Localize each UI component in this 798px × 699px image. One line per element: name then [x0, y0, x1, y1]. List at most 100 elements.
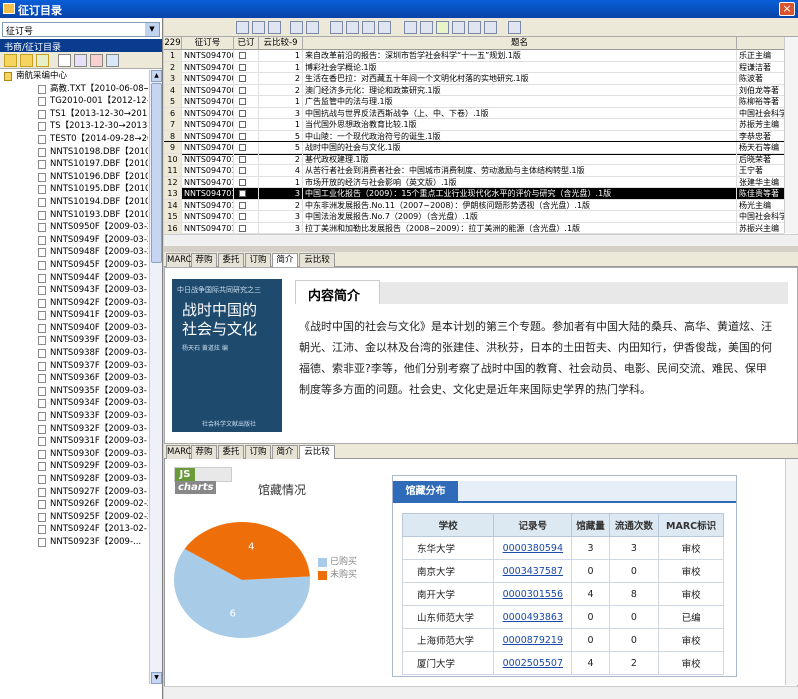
tab-order[interactable]: 订购	[245, 445, 271, 459]
checkbox-icon[interactable]	[404, 21, 417, 34]
tree-item[interactable]: NNTS0927F【2009-03-11→	[2, 486, 148, 499]
open-folder-icon[interactable]	[20, 54, 33, 67]
tree-item[interactable]: NNTS10198.DBF【2010-11-	[2, 146, 148, 159]
tree-item[interactable]: NNTS0936F【2009-03-11→	[2, 372, 148, 385]
paste-icon[interactable]	[306, 21, 319, 34]
print-icon[interactable]	[106, 54, 119, 67]
ordered-checkbox[interactable]	[239, 86, 246, 94]
close-button[interactable]: ×	[779, 2, 795, 16]
ordered-checkbox[interactable]	[239, 201, 246, 209]
cut-icon[interactable]	[290, 21, 303, 34]
table-row[interactable]: 10NNTS09470102基代政权建理.1版后晓荣著	[164, 153, 798, 165]
ordered-checkbox[interactable]	[239, 190, 246, 197]
tree-item[interactable]: NNTS0928F【2009-03-11→	[2, 473, 148, 486]
record-link[interactable]: 0000879219	[503, 635, 563, 646]
table-row[interactable]: 6NNTS09470063中国抗战与世界反法西斯战争（上、中、下卷）.1版中国社…	[164, 107, 798, 119]
tree-item[interactable]: NNTS10194.DBF【2010-11-	[2, 196, 148, 209]
tab-marc[interactable]: MARC	[166, 253, 192, 267]
cloud-vertical-scrollbar[interactable]	[785, 459, 798, 685]
ordered-checkbox[interactable]	[239, 63, 246, 71]
ordered-checkbox[interactable]	[239, 98, 246, 105]
table-row[interactable]: 8NNTS09470085中山陵：一个现代政治符号的诞生.1版李恭忠著	[164, 130, 798, 142]
tab-entrust[interactable]: 委托	[218, 253, 244, 267]
tree-item[interactable]: NNTS0944F【2009-03-19→	[2, 272, 148, 285]
star-icon[interactable]	[436, 21, 449, 34]
ordered-checkbox[interactable]	[239, 178, 246, 186]
tab-recommend[interactable]: 荐购	[191, 253, 217, 267]
folder-icon[interactable]	[4, 54, 17, 67]
grid-horizontal-scrollbar[interactable]	[164, 234, 798, 246]
tree-item[interactable]: NNTS0950F【2009-03-24→	[2, 221, 148, 234]
tab-recommend[interactable]: 荐购	[191, 445, 217, 459]
ordered-checkbox[interactable]	[239, 132, 246, 140]
tree-item[interactable]: NNTS0949F【2009-03-24→	[2, 234, 148, 247]
tree-item[interactable]: NNTS0948F【2009-03-24→	[2, 246, 148, 259]
tree-item[interactable]: NNTS0935F【2009-03-11→	[2, 385, 148, 398]
tree-item[interactable]: NNTS0945F【2009-03-19→	[2, 259, 148, 272]
tree-item[interactable]: TEST0【2014-09-28→2014-	[2, 133, 148, 146]
tree-item[interactable]: NNTS10193.DBF【2010-11-	[2, 209, 148, 222]
table-row[interactable]: 2NNTS09470021博彩社会学概论.1版程谦洁著	[164, 61, 798, 73]
record-link[interactable]: 0000301556	[503, 589, 563, 600]
tree-item[interactable]: NNTS0924F【2013-02-14→	[2, 523, 148, 536]
ordered-checkbox[interactable]	[239, 109, 246, 117]
sort-icon[interactable]	[346, 21, 359, 34]
record-link[interactable]: 0000380594	[503, 543, 563, 554]
col-ordered[interactable]: 已订	[234, 37, 259, 50]
new-file-icon[interactable]	[36, 54, 49, 67]
tree-item[interactable]: NNTS0931F【2009-03-11→	[2, 435, 148, 448]
record-link[interactable]: 0003437587	[503, 566, 563, 577]
tools-icon[interactable]	[420, 21, 433, 34]
scroll-thumb[interactable]	[151, 83, 162, 263]
tree-item[interactable]: NNTS0930F【2009-03-11→	[2, 448, 148, 461]
tree-item[interactable]: NNTS0923F【2009-...	[2, 536, 148, 549]
tree-item[interactable]: NNTS0940F【2009-03-19→	[2, 322, 148, 335]
tab-cloud[interactable]: 云比较	[299, 445, 335, 459]
scroll-up-icon[interactable]: ▲	[151, 70, 162, 82]
holdings-tab[interactable]: 馆藏分布	[393, 481, 458, 503]
table-row[interactable]: 5NNTS09470051广告监管中的法与理.1版陈柳裕等著	[164, 96, 798, 108]
ordered-checkbox[interactable]	[239, 167, 246, 174]
ordered-checkbox[interactable]	[239, 213, 246, 220]
document-icon[interactable]	[58, 54, 71, 67]
table-row[interactable]: 1NNTS09470011来自改革前沿的报告：深圳市哲学社会科学“十一五”规划.…	[164, 50, 798, 62]
table-row[interactable]: 9NNTS09470095战时中国的社会与文化.1版杨天石等编	[164, 141, 798, 155]
tree-item[interactable]: NNTS10196.DBF【2010-11-	[2, 171, 148, 184]
print-icon[interactable]	[508, 21, 521, 34]
refresh-icon[interactable]	[452, 21, 465, 34]
report-icon[interactable]	[484, 21, 497, 34]
ordered-checkbox[interactable]	[239, 121, 246, 128]
tab-entrust[interactable]: 委托	[218, 445, 244, 459]
tree-item[interactable]: NNTS0934F【2009-03-11→	[2, 397, 148, 410]
ordered-checkbox[interactable]	[239, 75, 246, 82]
chevron-down-icon[interactable]: ▼	[145, 23, 159, 36]
list-icon[interactable]	[330, 21, 343, 34]
table-row[interactable]: 4NNTS09470042澳门经济多元化：理论和政策研究.1版刘伯龙等著	[164, 84, 798, 96]
cloud-horizontal-scrollbar[interactable]	[164, 686, 798, 699]
record-link[interactable]: 0002505507	[503, 658, 563, 669]
export-icon[interactable]	[378, 21, 391, 34]
table-row[interactable]: 3NNTS0947003 2生活在香巴拉：对西藏五十年间一个文明化村落的实地研究.…	[164, 73, 798, 85]
table-row[interactable]: 14NNTS0947014 2中东非洲发展报告.No.11（2007~2008）：…	[164, 199, 798, 211]
ordered-checkbox[interactable]	[239, 155, 246, 163]
table-row[interactable]: 13NNTS0947013 3中国工业化报告（2009）：15个重点工业行业现代化…	[164, 188, 798, 200]
tree-item[interactable]: NNTS0939F【2009-03-11→	[2, 334, 148, 347]
tree-item[interactable]: NNTS0926F【2009-02-25→	[2, 498, 148, 511]
tree-item[interactable]: 高教.TXT【2010-06-08→20	[2, 83, 148, 96]
scroll-down-icon[interactable]: ▼	[151, 672, 162, 684]
tree-item[interactable]: NNTS0941F【2009-03-19→	[2, 309, 148, 322]
tab-marc[interactable]: MARC	[166, 445, 192, 459]
tree-item[interactable]: NNTS0933F【2009-03-11→	[2, 410, 148, 423]
table-row[interactable]: 16NNTS0947016 3拉丁美洲和加勒比发展报告（2008~2009）：拉丁…	[164, 222, 798, 234]
ordered-checkbox[interactable]	[239, 144, 246, 151]
tree-item[interactable]: NNTS10195.DBF【2010-11-	[2, 183, 148, 196]
col-cloud-compare[interactable]: 云比较-9	[259, 37, 303, 50]
delete-icon[interactable]	[90, 54, 103, 67]
tree-item[interactable]: NNTS0932F【2009-03-11→	[2, 423, 148, 436]
table-row[interactable]: 15NNTS0947015 3中国法治发展报告.No.7（2009）（含光盘）.1…	[164, 211, 798, 223]
table-row[interactable]: 7NNTS09470071当代国外思想政治教育比较.1版苏振芳主编	[164, 119, 798, 131]
tab-cloud[interactable]: 云比较	[299, 253, 335, 267]
tree-item[interactable]: NNTS0942F【2009-03-19→	[2, 297, 148, 310]
tab-intro[interactable]: 简介	[272, 253, 298, 267]
table-row[interactable]: 11NNTS0947011 4从苦行者社会到消费者社会：中国城市消费制度、劳动激励…	[164, 165, 798, 177]
